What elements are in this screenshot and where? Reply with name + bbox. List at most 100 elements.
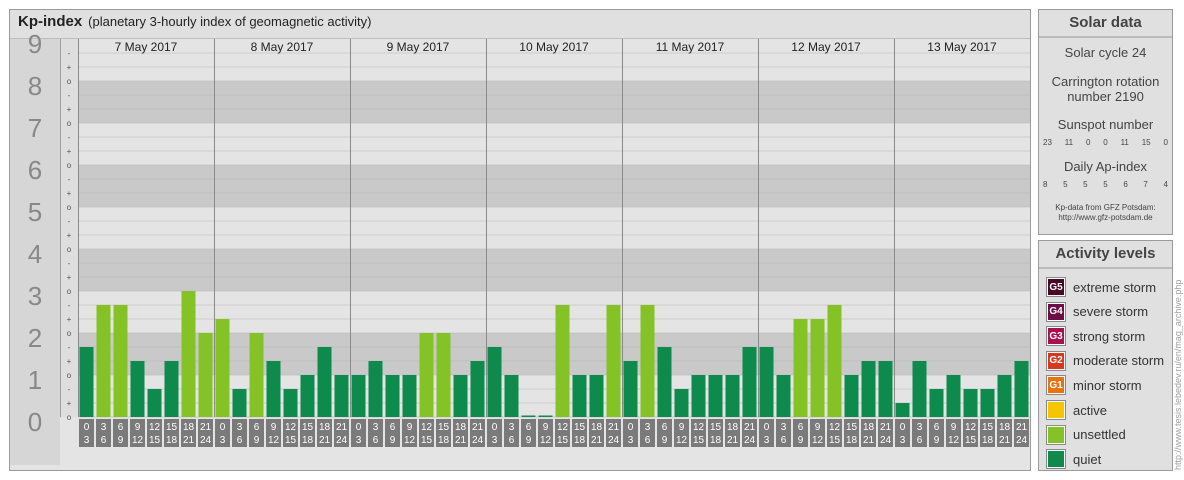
kp-bar bbox=[776, 375, 791, 417]
ap-value-4: 5 bbox=[1103, 180, 1108, 189]
interval-start: 9 bbox=[679, 422, 685, 433]
ap-value-7: 4 bbox=[1163, 180, 1168, 189]
interval-end: 6 bbox=[645, 435, 651, 446]
carrington-line1: Carrington rotation bbox=[1051, 74, 1160, 89]
interval-start: 18 bbox=[183, 422, 195, 433]
sub-tick: - bbox=[68, 343, 71, 352]
interval-end: 18 bbox=[574, 435, 586, 446]
interval-start: 12 bbox=[693, 422, 705, 433]
kp-bar bbox=[300, 375, 315, 417]
ap-value-6: 7 bbox=[1143, 180, 1148, 189]
interval-end: 15 bbox=[693, 435, 705, 446]
ap-values: 8 5 5 5 6 7 4 bbox=[1039, 180, 1172, 189]
interval-start: 0 bbox=[220, 422, 226, 433]
interval-start: 12 bbox=[557, 422, 569, 433]
interval-start: 6 bbox=[118, 422, 124, 433]
legend-swatch: G5 bbox=[1046, 277, 1066, 297]
interval-start: 18 bbox=[319, 422, 331, 433]
sunspot-value-6: 15 bbox=[1141, 138, 1151, 147]
interval-end: 6 bbox=[917, 435, 923, 446]
interval-start: 6 bbox=[662, 422, 668, 433]
kp-bar bbox=[827, 304, 842, 417]
legend-item-quiet: quiet bbox=[1046, 449, 1101, 470]
sub-tick: + bbox=[67, 231, 72, 240]
sub-tick: o bbox=[67, 413, 72, 422]
day-label: 8 May 2017 bbox=[251, 40, 314, 54]
sub-tick: o bbox=[67, 161, 72, 170]
interval-end: 3 bbox=[220, 435, 226, 446]
interval-end: 15 bbox=[285, 435, 297, 446]
kp-bar bbox=[708, 375, 723, 417]
interval-end: 24 bbox=[744, 435, 756, 446]
interval-start: 3 bbox=[373, 422, 379, 433]
y-tick-label: 4 bbox=[28, 239, 42, 269]
interval-start: 3 bbox=[237, 422, 243, 433]
y-tick-label: 8 bbox=[28, 71, 42, 101]
solar-data-panel: Solar data Solar cycle 24 Carrington rot… bbox=[1038, 9, 1173, 235]
legend-label: severe storm bbox=[1073, 304, 1149, 320]
kp-bar bbox=[895, 403, 910, 417]
legend-label: unsettled bbox=[1073, 427, 1126, 443]
interval-end: 21 bbox=[319, 435, 331, 446]
interval-end: 15 bbox=[149, 435, 161, 446]
kp-bar bbox=[606, 304, 621, 417]
interval-end: 18 bbox=[982, 435, 994, 446]
interval-start: 9 bbox=[543, 422, 549, 433]
ap-title: Daily Ap-index bbox=[1063, 159, 1148, 174]
band-5 bbox=[11, 165, 1030, 207]
legend-label: extreme storm bbox=[1073, 279, 1157, 295]
kp-bar bbox=[79, 346, 94, 417]
interval-start: 15 bbox=[574, 422, 586, 433]
interval-start: 21 bbox=[744, 422, 756, 433]
interval-end: 15 bbox=[421, 435, 433, 446]
kp-bar bbox=[946, 375, 961, 417]
kp-bar bbox=[963, 388, 978, 417]
interval-end: 12 bbox=[268, 435, 280, 446]
kp-bar bbox=[283, 388, 298, 417]
kp-bar bbox=[487, 346, 502, 417]
day-label: 11 May 2017 bbox=[656, 40, 725, 54]
interval-start: 21 bbox=[472, 422, 484, 433]
legend-swatch: G3 bbox=[1046, 326, 1066, 347]
interval-end: 12 bbox=[404, 435, 416, 446]
band-3 bbox=[11, 249, 1030, 291]
legend-item-severe-storm: G4 severe storm bbox=[1046, 301, 1149, 322]
day-label: 12 May 2017 bbox=[791, 40, 861, 54]
interval-start: 21 bbox=[336, 422, 348, 433]
legend-swatch: G2 bbox=[1046, 350, 1066, 371]
interval-start: 12 bbox=[829, 422, 841, 433]
kp-bar bbox=[742, 346, 757, 417]
ap-value-1: 8 bbox=[1043, 180, 1048, 189]
solar-cycle: Solar cycle 24 bbox=[1064, 45, 1147, 60]
interval-start: 21 bbox=[608, 422, 620, 433]
sub-tick: + bbox=[67, 63, 72, 72]
legend-label: active bbox=[1073, 402, 1107, 418]
band-2 bbox=[11, 291, 1030, 333]
kp-bar bbox=[232, 388, 247, 417]
kp-bar bbox=[266, 361, 281, 417]
sub-tick: o bbox=[67, 77, 72, 86]
solar-data-title: Solar data bbox=[1039, 10, 1172, 38]
kp-bar bbox=[164, 361, 179, 417]
interval-start: 3 bbox=[781, 422, 787, 433]
interval-end: 3 bbox=[492, 435, 498, 446]
interval-start: 0 bbox=[84, 422, 90, 433]
bottom-strip bbox=[11, 417, 1030, 470]
sunspot-values: 23 11 0 0 11 15 0 bbox=[1039, 138, 1172, 147]
legend-label: minor storm bbox=[1073, 377, 1142, 393]
interval-end: 21 bbox=[183, 435, 195, 446]
interval-start: 0 bbox=[356, 422, 362, 433]
interval-end: 6 bbox=[373, 435, 379, 446]
legend-label: moderate storm bbox=[1073, 353, 1165, 369]
interval-end: 9 bbox=[254, 435, 260, 446]
source-link[interactable]: http://www.gfz-potsdam.de bbox=[1039, 213, 1172, 223]
interval-end: 12 bbox=[676, 435, 688, 446]
interval-start: 15 bbox=[710, 422, 722, 433]
interval-end: 15 bbox=[829, 435, 841, 446]
interval-end: 24 bbox=[472, 435, 484, 446]
interval-start: 12 bbox=[421, 422, 433, 433]
kp-bar bbox=[249, 333, 264, 417]
interval-start: 12 bbox=[149, 422, 161, 433]
interval-end: 18 bbox=[302, 435, 314, 446]
sub-tick: - bbox=[68, 259, 71, 268]
